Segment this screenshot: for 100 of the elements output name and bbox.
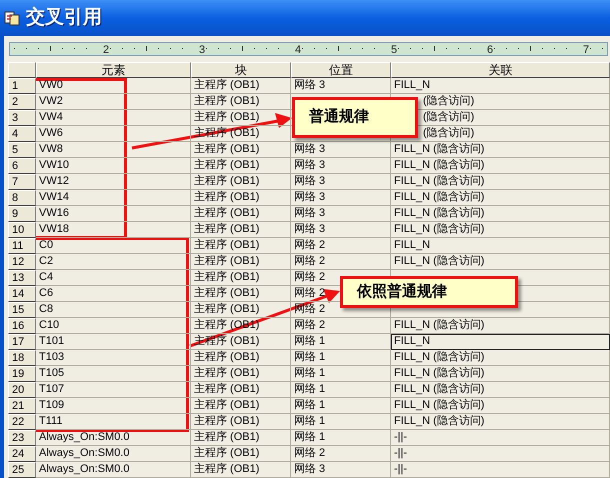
row-number[interactable]: 7 [8, 174, 36, 190]
table-cell: 主程序 (OB1) [191, 382, 291, 398]
table-cell: FILL_N [391, 334, 610, 350]
table-cell: T107 [36, 382, 191, 398]
table-cell: -||- [391, 446, 610, 462]
table-cell: VW12 [36, 174, 191, 190]
table-cell: 网络 2 [291, 318, 391, 334]
row-number[interactable]: 21 [8, 398, 36, 414]
table-cell: C6 [36, 286, 191, 302]
row-number[interactable]: 3 [8, 110, 36, 126]
table-cell: 主程序 (OB1) [191, 286, 291, 302]
table-cell: C0 [36, 238, 191, 254]
table-cell: 主程序 (OB1) [191, 110, 291, 126]
row-number[interactable]: 1 [8, 78, 36, 94]
row-number[interactable]: 17 [8, 334, 36, 350]
table-cell: 网络 2 [291, 238, 391, 254]
table-cell: VW4 [36, 110, 191, 126]
table-cell: VW14 [36, 190, 191, 206]
column-header[interactable]: 关联 [391, 62, 610, 78]
table-cell: FILL_N (隐含访问) [391, 254, 610, 270]
table-cell: FILL_N (隐含访问) [391, 206, 610, 222]
table-cell: 网络 2 [291, 254, 391, 270]
table-cell: Always_On:SM0.0 [36, 430, 191, 446]
column-header[interactable]: 块 [191, 62, 291, 78]
table-cell: 主程序 (OB1) [191, 94, 291, 110]
row-number[interactable]: 4 [8, 126, 36, 142]
table-cell: 主程序 (OB1) [191, 174, 291, 190]
table-cell: FILL_N (隐含访问) [391, 222, 610, 238]
table-cell: Always_On:SM0.0 [36, 446, 191, 462]
table-cell: VW0 [36, 78, 191, 94]
table-cell: 网络 3 [291, 206, 391, 222]
table-cell: C8 [36, 302, 191, 318]
table-cell: FILL_N (隐含访问) [391, 190, 610, 206]
row-number[interactable]: 18 [8, 350, 36, 366]
table-cell: VW6 [36, 126, 191, 142]
ruler-label: 5 [391, 44, 398, 55]
row-number[interactable]: 6 [8, 158, 36, 174]
row-number[interactable]: 9 [8, 206, 36, 222]
table-cell: 网络 1 [291, 414, 391, 430]
callout: 普通规律 [292, 97, 418, 138]
column-header[interactable]: 位置 [291, 62, 391, 78]
row-number[interactable]: 19 [8, 366, 36, 382]
table-cell: 主程序 (OB1) [191, 366, 291, 382]
row-number[interactable]: 13 [8, 270, 36, 286]
row-number[interactable]: 2 [8, 94, 36, 110]
table-cell: 主程序 (OB1) [191, 190, 291, 206]
window-icon [4, 10, 20, 26]
table-cell: 主程序 (OB1) [191, 158, 291, 174]
table-cell: C10 [36, 318, 191, 334]
table-cell: 主程序 (OB1) [191, 398, 291, 414]
table-cell: 网络 1 [291, 366, 391, 382]
table-cell: 主程序 (OB1) [191, 238, 291, 254]
table-cell: 主程序 (OB1) [191, 302, 291, 318]
table-cell: 网络 1 [291, 398, 391, 414]
table-cell: 网络 1 [291, 334, 391, 350]
row-number[interactable]: 24 [8, 446, 36, 462]
table-cell: T109 [36, 398, 191, 414]
table-cell: FILL_N (隐含访问) [391, 350, 610, 366]
ruler-label: 2 [103, 44, 110, 55]
row-number[interactable]: 5 [8, 142, 36, 158]
table-cell: FILL_N (隐含访问) [391, 382, 610, 398]
ruler-label: 3 [199, 44, 206, 55]
table-cell: FILL_N [391, 78, 610, 94]
table-cell: VW8 [36, 142, 191, 158]
table-cell: 主程序 (OB1) [191, 462, 291, 478]
table-cell: 网络 3 [291, 222, 391, 238]
table-cell: -||- [391, 462, 610, 478]
column-header[interactable]: 元素 [36, 62, 191, 78]
row-number[interactable]: 16 [8, 318, 36, 334]
table-cell: 网络 1 [291, 430, 391, 446]
row-number[interactable]: 25 [8, 462, 36, 478]
row-number[interactable]: 22 [8, 414, 36, 430]
table-cell: -||- [391, 430, 610, 446]
row-number[interactable]: 11 [8, 238, 36, 254]
ruler-label: 7 [583, 44, 590, 55]
row-number[interactable]: 14 [8, 286, 36, 302]
table-cell: 主程序 (OB1) [191, 222, 291, 238]
row-number[interactable]: 8 [8, 190, 36, 206]
table-cell: 主程序 (OB1) [191, 254, 291, 270]
table-cell: 主程序 (OB1) [191, 414, 291, 430]
row-number[interactable]: 12 [8, 254, 36, 270]
table-cell: T105 [36, 366, 191, 382]
table-cell: 网络 3 [291, 190, 391, 206]
table-cell: VW16 [36, 206, 191, 222]
table-cell: 网络 3 [291, 158, 391, 174]
table-cell: 主程序 (OB1) [191, 350, 291, 366]
table-cell: FILL_N (隐含访问) [391, 174, 610, 190]
row-number[interactable]: 20 [8, 382, 36, 398]
table-cell: VW18 [36, 222, 191, 238]
table-cell: FILL_N (隐含访问) [391, 318, 610, 334]
row-number[interactable]: 10 [8, 222, 36, 238]
callout: 依照普通规律 [340, 276, 518, 308]
table-cell: 网络 1 [291, 382, 391, 398]
table-cell: C2 [36, 254, 191, 270]
table-cell: T111 [36, 414, 191, 430]
row-number[interactable]: 15 [8, 302, 36, 318]
row-number[interactable]: 23 [8, 430, 36, 446]
table-cell: 网络 3 [291, 462, 391, 478]
table-cell: 网络 2 [291, 446, 391, 462]
table-cell: FILL_N (隐含访问) [391, 414, 610, 430]
